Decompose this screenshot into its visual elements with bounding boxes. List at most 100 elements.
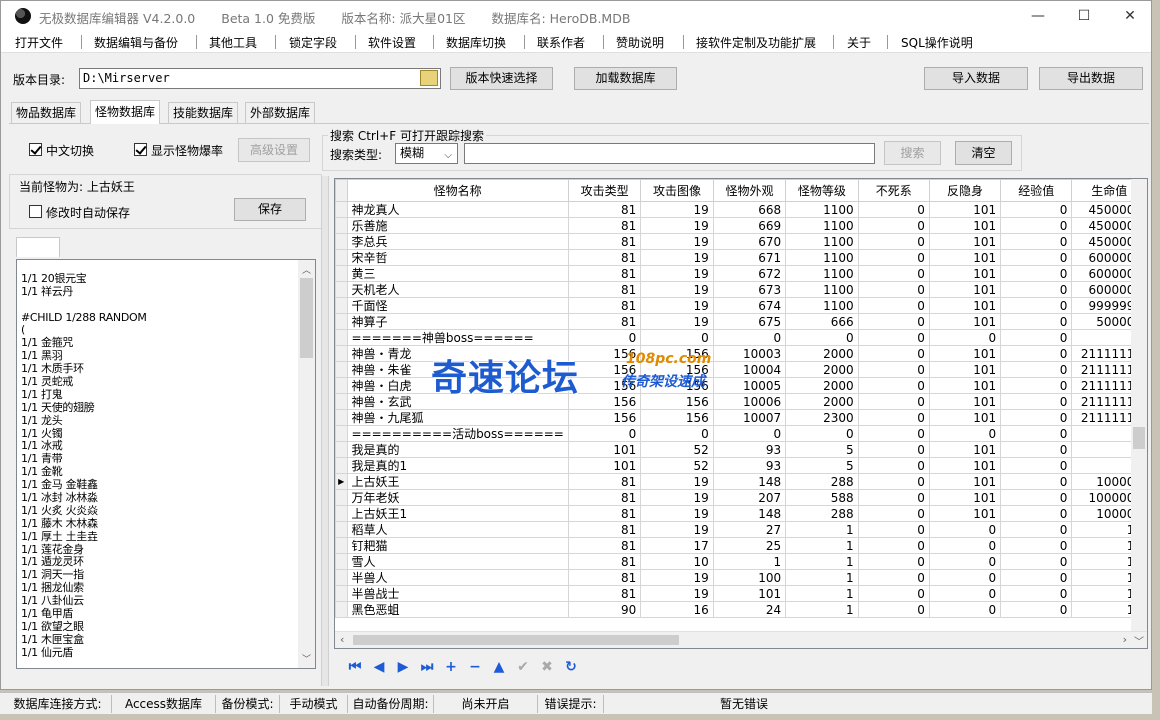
table-row[interactable]: 乐善施 81 19 669 1100 0 101 0 4500000 <box>335 217 1147 234</box>
row-indicator[interactable]: ▶ <box>335 473 348 490</box>
table-cell[interactable]: 0 <box>857 345 930 362</box>
table-cell[interactable]: 19 <box>640 201 714 218</box>
table-cell[interactable]: 101 <box>712 585 787 602</box>
table-cell[interactable]: 0 <box>857 393 930 410</box>
table-cell[interactable]: 0 <box>857 217 930 234</box>
column-header[interactable]: 反隐身 <box>928 179 1002 202</box>
table-cell[interactable]: 81 <box>567 505 642 522</box>
table-cell[interactable]: 101 <box>928 281 1002 298</box>
table-cell[interactable]: 10005 <box>712 377 787 394</box>
table-cell[interactable]: 101 <box>928 361 1002 378</box>
table-cell[interactable]: 148 <box>712 473 787 490</box>
table-cell[interactable]: 101 <box>928 345 1002 362</box>
table-cell[interactable]: 0 <box>1000 441 1073 458</box>
table-cell[interactable]: 1 <box>785 585 859 602</box>
table-row[interactable]: 神兽・玄武 156 156 10006 2000 0 101 0 21111111 <box>335 393 1147 410</box>
table-cell[interactable]: 10007 <box>712 409 787 426</box>
table-cell[interactable]: 101 <box>928 249 1002 266</box>
table-cell[interactable]: 2000 <box>785 361 859 378</box>
table-row[interactable]: 神兽・青龙 156 156 10003 2000 0 101 0 21111111 <box>335 345 1147 362</box>
close-button[interactable]: ✕ <box>1107 1 1153 31</box>
table-cell[interactable]: 1 <box>785 601 859 618</box>
table-cell[interactable]: 0 <box>1000 409 1073 426</box>
drop-tab[interactable] <box>16 237 60 257</box>
table-cell[interactable]: 0 <box>857 361 930 378</box>
table-row[interactable]: 我是真的110152935010101 <box>335 457 1147 474</box>
table-cell[interactable]: 0 <box>1000 569 1073 586</box>
table-cell[interactable]: 0 <box>857 313 930 330</box>
table-cell[interactable]: 673 <box>712 281 787 298</box>
row-indicator[interactable] <box>335 441 348 458</box>
table-cell[interactable]: 10 <box>640 553 714 570</box>
table-cell[interactable]: 101 <box>928 265 1002 282</box>
column-header[interactable]: 经验值 <box>1000 179 1073 202</box>
table-row[interactable]: 李总兵 81 19 670 1100 0 101 0 4500000 <box>335 233 1147 250</box>
table-cell[interactable]: 0 <box>857 489 930 506</box>
table-cell[interactable]: 81 <box>567 473 642 490</box>
table-cell[interactable]: 0 <box>857 537 930 554</box>
column-header[interactable]: 怪物外观 <box>712 179 787 202</box>
table-cell[interactable]: 0 <box>640 329 714 346</box>
table-row[interactable]: 神兽・白虎 156 156 10005 2000 0 101 0 21111111 <box>335 377 1147 394</box>
maximize-button[interactable]: ☐ <box>1061 1 1107 31</box>
row-indicator[interactable] <box>335 361 348 378</box>
table-cell[interactable]: 0 <box>1000 217 1073 234</box>
cell-monster-name[interactable]: 神兽・朱雀 <box>346 361 569 378</box>
table-cell[interactable]: 0 <box>785 425 859 442</box>
table-row[interactable]: ▶ 上古妖王 81 19 148 288 0 101 0 100000 <box>335 473 1147 490</box>
scroll-right-icon[interactable]: › <box>1123 633 1127 646</box>
table-cell[interactable]: 93 <box>712 441 787 458</box>
cancel-edit-icon[interactable]: ✖ <box>536 656 558 678</box>
first-record-icon[interactable]: ⏮ <box>344 656 366 678</box>
table-cell[interactable]: 101 <box>928 473 1002 490</box>
next-record-icon[interactable]: ▶ <box>392 656 414 678</box>
table-cell[interactable]: 101 <box>567 441 642 458</box>
cell-monster-name[interactable]: 乐善施 <box>346 217 569 234</box>
cell-monster-name[interactable]: 半兽人 <box>346 569 569 586</box>
refresh-icon[interactable]: ↻ <box>560 656 582 678</box>
table-cell[interactable]: 19 <box>640 297 714 314</box>
table-cell[interactable]: 5 <box>785 441 859 458</box>
edit-record-icon[interactable]: ▲ <box>488 656 510 678</box>
table-row[interactable]: 宋辛哲 81 19 671 1100 0 101 0 6000000 <box>335 249 1147 266</box>
table-cell[interactable]: 101 <box>928 201 1002 218</box>
table-cell[interactable]: 156 <box>567 409 642 426</box>
table-cell[interactable]: 0 <box>928 329 1002 346</box>
table-cell[interactable]: 52 <box>640 441 714 458</box>
table-cell[interactable]: 0 <box>1000 425 1073 442</box>
cell-monster-name[interactable]: 万年老妖 <box>346 489 569 506</box>
cell-monster-name[interactable]: 神兽・白虎 <box>346 377 569 394</box>
save-button[interactable]: 保存 <box>234 198 306 221</box>
table-cell[interactable]: 671 <box>712 249 787 266</box>
table-cell[interactable]: 19 <box>640 217 714 234</box>
row-indicator[interactable] <box>335 505 348 522</box>
table-row[interactable]: 上古妖王1 81 19 148 288 0 101 0 100000 <box>335 505 1147 522</box>
cell-monster-name[interactable]: 神算子 <box>346 313 569 330</box>
table-cell[interactable]: 5 <box>785 457 859 474</box>
cell-monster-name[interactable]: 钉耙猫 <box>346 537 569 554</box>
table-cell[interactable]: 0 <box>857 409 930 426</box>
table-cell[interactable]: 101 <box>928 377 1002 394</box>
row-indicator[interactable] <box>335 377 348 394</box>
table-cell[interactable]: 0 <box>928 521 1002 538</box>
table-cell[interactable]: 52 <box>640 457 714 474</box>
table-cell[interactable]: 19 <box>640 505 714 522</box>
menu-about[interactable]: 关于 <box>847 34 871 51</box>
table-cell[interactable]: 0 <box>857 249 930 266</box>
table-cell[interactable]: 27 <box>712 521 787 538</box>
table-cell[interactable]: 19 <box>640 313 714 330</box>
table-row[interactable]: 神兽・朱雀 156 156 10004 2000 0 101 0 21111111 <box>335 361 1147 378</box>
row-indicator[interactable] <box>335 521 348 538</box>
table-cell[interactable]: 1 <box>785 521 859 538</box>
table-row[interactable]: 神算子 81 19 675 666 0 101 0 500000 <box>335 313 1147 330</box>
table-cell[interactable]: 81 <box>567 569 642 586</box>
cell-monster-name[interactable]: 雪人 <box>346 553 569 570</box>
load-database-button[interactable]: 加载数据库 <box>574 67 677 90</box>
table-cell[interactable]: 0 <box>712 425 787 442</box>
table-cell[interactable]: 0 <box>857 233 930 250</box>
table-cell[interactable]: 25 <box>712 537 787 554</box>
table-cell[interactable]: 0 <box>1000 457 1073 474</box>
row-indicator[interactable] <box>335 393 348 410</box>
chinese-switch-checkbox[interactable] <box>29 143 42 156</box>
table-cell[interactable]: 81 <box>567 313 642 330</box>
